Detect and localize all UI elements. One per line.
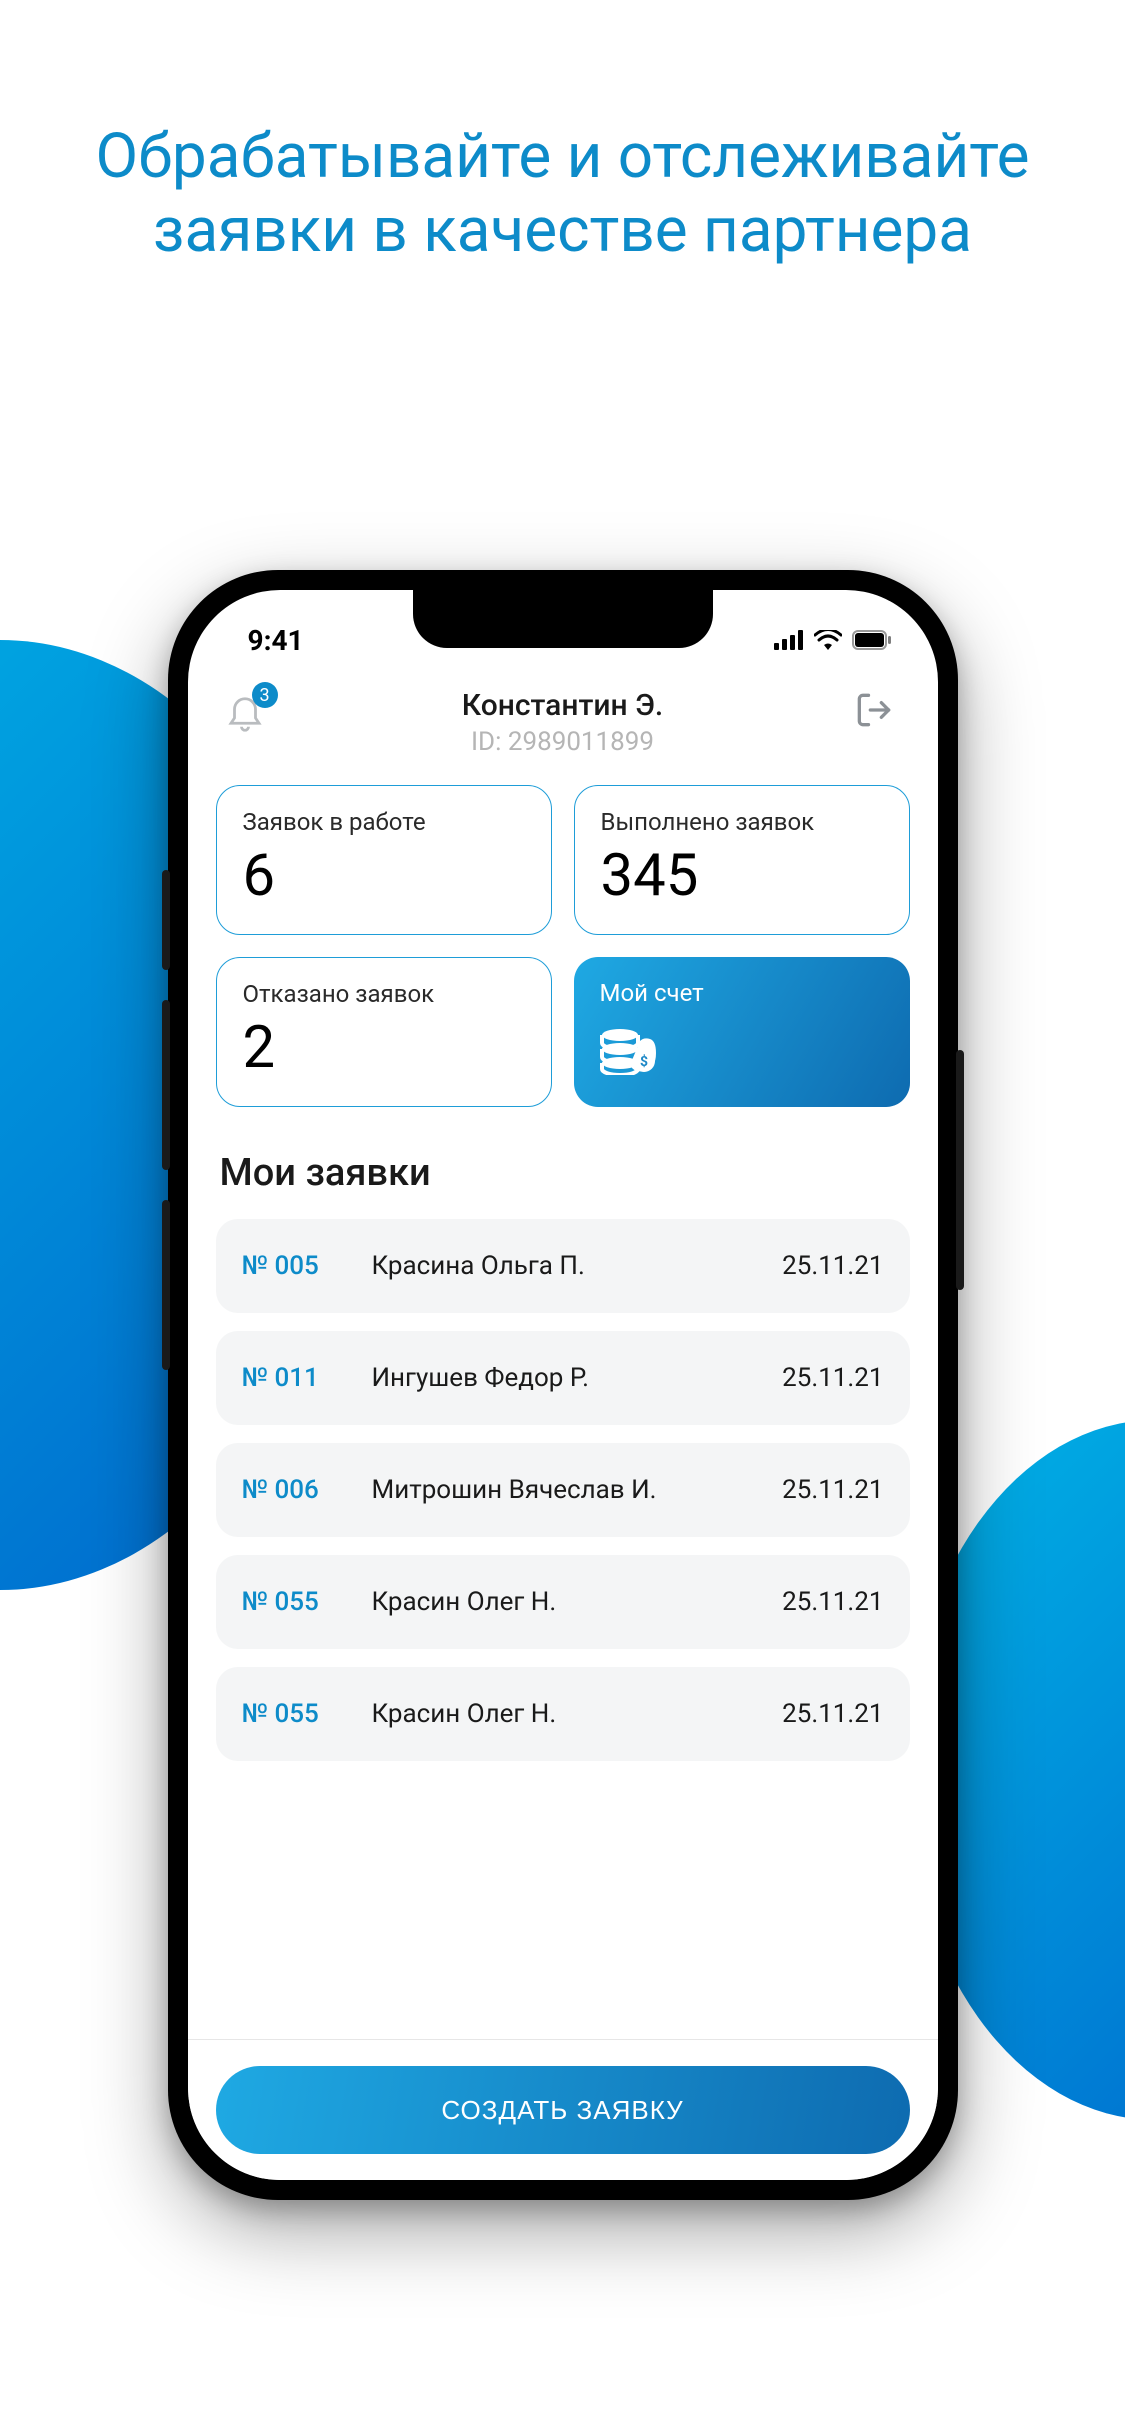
phone-mockup: 9:41 <box>168 570 958 2200</box>
stat-label: Заявок в работе <box>243 808 525 836</box>
coins-icon: $ <box>600 1021 884 1079</box>
stat-label: Отказано заявок <box>243 980 525 1008</box>
phone-side-button <box>956 1050 964 1290</box>
request-item[interactable]: № 011 Ингушев Федор Р. 25.11.21 <box>216 1331 910 1425</box>
request-date: 25.11.21 <box>782 1587 883 1617</box>
main-content: Заявок в работе 6 Выполнено заявок 345 О… <box>188 785 938 1761</box>
request-number: № 055 <box>242 1699 346 1729</box>
stat-value: 6 <box>243 842 525 910</box>
request-date: 25.11.21 <box>782 1251 883 1281</box>
requests-title: Мои заявки <box>220 1151 910 1195</box>
request-date: 25.11.21 <box>782 1363 883 1393</box>
user-id: ID: 2989011899 <box>274 727 852 757</box>
app-header: 3 Константин Э. ID: 2989011899 <box>188 670 938 785</box>
logout-icon <box>852 688 896 732</box>
status-time: 9:41 <box>248 624 304 657</box>
user-name: Константин Э. <box>274 688 852 723</box>
stat-account[interactable]: Мой счет $ <box>574 957 910 1107</box>
battery-icon <box>852 630 892 650</box>
request-number: № 055 <box>242 1587 346 1617</box>
cellular-icon <box>774 630 804 650</box>
stat-completed[interactable]: Выполнено заявок 345 <box>574 785 910 935</box>
notifications-button[interactable]: 3 <box>224 688 274 738</box>
phone-side-button <box>162 870 170 970</box>
request-item[interactable]: № 006 Митрошин Вячеслав И. 25.11.21 <box>216 1443 910 1537</box>
phone-side-button <box>162 1200 170 1370</box>
stat-grid: Заявок в работе 6 Выполнено заявок 345 О… <box>216 785 910 1107</box>
svg-text:$: $ <box>639 1053 647 1070</box>
footer: СОЗДАТЬ ЗАЯВКУ <box>188 2039 938 2180</box>
promo-heading: Обрабатывайте и отслеживайте заявки в ка… <box>0 120 1125 269</box>
request-name: Ингушев Федор Р. <box>372 1363 757 1393</box>
phone-screen: 9:41 <box>188 590 938 2180</box>
stat-rejected[interactable]: Отказано заявок 2 <box>216 957 552 1107</box>
create-request-button[interactable]: СОЗДАТЬ ЗАЯВКУ <box>216 2066 910 2154</box>
request-item[interactable]: № 055 Красин Олег Н. 25.11.21 <box>216 1667 910 1761</box>
request-item[interactable]: № 055 Красин Олег Н. 25.11.21 <box>216 1555 910 1649</box>
stat-value: 345 <box>601 842 883 910</box>
requests-list: № 005 Красина Ольга П. 25.11.21 № 011 Ин… <box>216 1219 910 1761</box>
logout-button[interactable] <box>852 688 902 738</box>
stat-label: Выполнено заявок <box>601 808 883 836</box>
phone-notch <box>413 590 713 648</box>
request-name: Красин Олег Н. <box>372 1587 757 1617</box>
stat-value: 2 <box>243 1014 525 1082</box>
request-number: № 005 <box>242 1251 346 1281</box>
notifications-badge: 3 <box>252 682 278 708</box>
phone-side-button <box>162 1000 170 1170</box>
request-date: 25.11.21 <box>782 1699 883 1729</box>
request-number: № 011 <box>242 1363 346 1393</box>
request-date: 25.11.21 <box>782 1475 883 1505</box>
stat-in-work[interactable]: Заявок в работе 6 <box>216 785 552 935</box>
request-name: Митрошин Вячеслав И. <box>372 1475 757 1505</box>
wifi-icon <box>814 630 842 650</box>
request-name: Красина Ольга П. <box>372 1251 757 1281</box>
request-name: Красин Олег Н. <box>372 1699 757 1729</box>
status-icons <box>774 630 892 650</box>
request-number: № 006 <box>242 1475 346 1505</box>
stat-label: Мой счет <box>600 979 884 1007</box>
request-item[interactable]: № 005 Красина Ольга П. 25.11.21 <box>216 1219 910 1313</box>
